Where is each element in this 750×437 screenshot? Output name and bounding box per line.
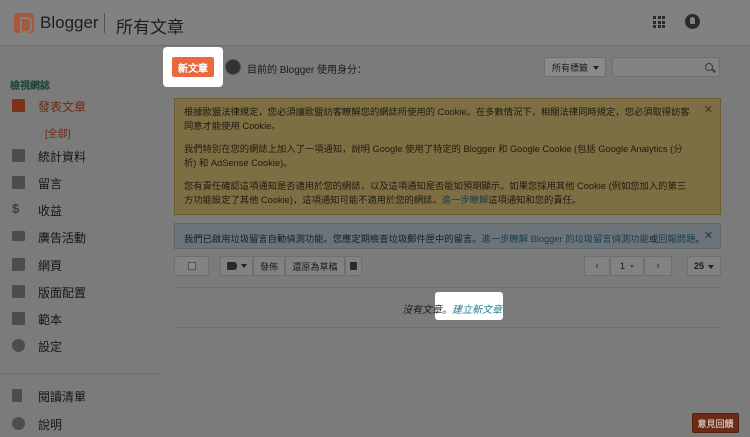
- pages-icon: [12, 258, 25, 271]
- revert-to-draft-button[interactable]: 還原為草稿: [285, 256, 345, 276]
- identity-label: 目前的 Blogger 使用身分：: [247, 65, 368, 76]
- posts-icon: [12, 99, 25, 112]
- page-number: 1: [619, 261, 625, 271]
- spam-notice-text: 我們已啟用垃圾留言自動偵測功能。您應定期檢查垃圾郵件匣中的留言。: [184, 234, 482, 244]
- sidebar-item-campaigns[interactable]: 廣告活動: [0, 224, 162, 250]
- new-post-button[interactable]: 新文章: [172, 57, 214, 77]
- comments-icon: [12, 176, 25, 189]
- post-toolbar: 發佈 還原為草稿 ‹ 1 › 25: [174, 256, 721, 276]
- layout-icon: [12, 285, 25, 298]
- close-icon[interactable]: ✕: [704, 103, 713, 117]
- divider: [174, 327, 721, 328]
- cookie-notice-p2: 我們特別在您的網誌上加入了一項通知，說明 Google 使用了特定的 Blogg…: [184, 144, 683, 168]
- chevron-down-icon: [593, 66, 599, 70]
- page-title: 所有文章: [116, 18, 184, 37]
- spam-notice-or: 或: [648, 234, 659, 244]
- apps-grid-icon[interactable]: [653, 16, 665, 28]
- sidebar-divider: [0, 373, 162, 374]
- main-content: 新文章 目前的 Blogger 使用身分： 所有標籤 ✕ 根據歐盟法律規定，您必…: [163, 47, 750, 437]
- next-page-button[interactable]: ›: [644, 256, 672, 276]
- chevron-down-icon: [708, 265, 714, 269]
- blogger-logo-icon[interactable]: [14, 13, 34, 33]
- sidebar-sub-all[interactable]: [全部]: [45, 125, 71, 140]
- labels-dropdown[interactable]: 所有標籤: [544, 57, 606, 77]
- sidebar: 檢視網誌 發表文章 [全部] 統計資料 留言 $ 收益 廣告活動 網頁 版面配置…: [0, 47, 162, 437]
- feedback-button[interactable]: 意見回饋: [692, 413, 739, 433]
- earnings-icon: $: [12, 201, 20, 216]
- sidebar-item-reading-list[interactable]: 閱讀清單: [0, 383, 162, 409]
- create-post-link[interactable]: 建立新文章: [452, 305, 502, 316]
- search-icon[interactable]: [705, 63, 713, 71]
- sidebar-item-pages[interactable]: 網頁: [0, 252, 162, 278]
- prev-page-button[interactable]: ‹: [584, 256, 610, 276]
- report-problem-link[interactable]: 回報問題: [658, 234, 695, 244]
- cookie-notice-p3-text: 您有責任確認這項通知是否適用於您的網誌，以及這項通知是否能如預期顯示。如果您採用…: [184, 181, 687, 205]
- delete-button[interactable]: [345, 256, 362, 276]
- per-page-select[interactable]: 25: [687, 256, 721, 276]
- sidebar-item-label: 網頁: [38, 258, 63, 273]
- search-input[interactable]: [612, 57, 720, 77]
- publish-button[interactable]: 發佈: [253, 256, 285, 276]
- sidebar-item-settings[interactable]: 設定: [0, 333, 162, 359]
- empty-state: 沒有文章。建立新文章: [402, 301, 502, 316]
- tag-icon: [226, 262, 237, 270]
- spam-learn-more-link[interactable]: 進一步瞭解 Blogger 的垃圾留言偵測功能: [482, 234, 649, 244]
- help-icon: [12, 417, 25, 430]
- chevron-down-icon: [630, 264, 634, 268]
- sidebar-item-earnings[interactable]: $ 收益: [0, 197, 162, 223]
- checkbox-icon: [187, 262, 196, 270]
- per-page-value: 25: [694, 261, 705, 271]
- cookie-notice: ✕ 根據歐盟法律規定，您必須讓歐盟訪客瞭解您的網誌所使用的 Cookie。在多數…: [174, 98, 721, 215]
- stats-icon: [12, 149, 25, 162]
- sidebar-item-label: 版面配置: [38, 285, 87, 300]
- sidebar-item-label: 收益: [38, 203, 63, 218]
- theme-icon: [12, 312, 25, 325]
- reading-list-icon: [12, 389, 22, 402]
- labels-dropdown-value: 所有標籤: [552, 62, 589, 73]
- label-menu-button[interactable]: [220, 256, 253, 276]
- sidebar-item-label: 說明: [38, 417, 63, 432]
- sidebar-item-label: 設定: [38, 339, 63, 354]
- account-avatar-icon[interactable]: [685, 14, 700, 29]
- cookie-notice-p3: 您有責任確認這項通知是否適用於您的網誌，以及這項通知是否能如預期顯示。如果您採用…: [184, 179, 693, 207]
- sidebar-item-label: 範本: [38, 312, 63, 327]
- top-bar: Blogger 所有文章: [0, 0, 750, 46]
- sidebar-item-stats[interactable]: 統計資料: [0, 143, 162, 169]
- divider: [174, 287, 721, 288]
- chevron-left-icon: ‹: [595, 260, 599, 272]
- sidebar-item-comments[interactable]: 留言: [0, 170, 162, 196]
- select-all-checkbox[interactable]: [174, 256, 209, 276]
- settings-icon: [12, 339, 25, 352]
- learn-more-link[interactable]: 進一步瞭解: [442, 195, 489, 205]
- sidebar-item-label: 發表文章: [38, 99, 87, 114]
- sidebar-item-help[interactable]: 說明: [0, 411, 162, 437]
- sidebar-item-posts[interactable]: 發表文章: [0, 93, 162, 119]
- cookie-notice-p1: 根據歐盟法律規定，您必須讓歐盟訪客瞭解您的網誌所使用的 Cookie。在多數情況…: [184, 107, 690, 131]
- header-divider: [104, 13, 105, 33]
- cookie-notice-p3-end: 這項通知和您的責任。: [488, 195, 582, 205]
- chevron-down-icon: [240, 264, 247, 268]
- sidebar-item-label: 統計資料: [38, 149, 87, 164]
- empty-state-text: 沒有文章。: [402, 305, 452, 316]
- sidebar-item-label: 閱讀清單: [38, 389, 87, 404]
- brand-name[interactable]: Blogger: [40, 13, 99, 33]
- chevron-right-icon: ›: [656, 260, 660, 272]
- pagination: ‹ 1 ›: [584, 256, 673, 276]
- avatar[interactable]: [225, 59, 241, 75]
- campaigns-icon: [12, 231, 25, 241]
- sidebar-item-layout[interactable]: 版面配置: [0, 279, 162, 305]
- close-icon[interactable]: ✕: [704, 229, 713, 242]
- spam-notice: 我們已啟用垃圾留言自動偵測功能。您應定期檢查垃圾郵件匣中的留言。進一步瞭解 Bl…: [174, 223, 721, 249]
- trash-icon: [350, 262, 357, 270]
- sidebar-item-theme[interactable]: 範本: [0, 306, 162, 332]
- sidebar-item-label: 廣告活動: [38, 230, 87, 245]
- view-blog-link[interactable]: 檢視網誌: [10, 77, 50, 92]
- page-select[interactable]: 1: [610, 256, 644, 276]
- sidebar-item-label: 留言: [38, 176, 63, 191]
